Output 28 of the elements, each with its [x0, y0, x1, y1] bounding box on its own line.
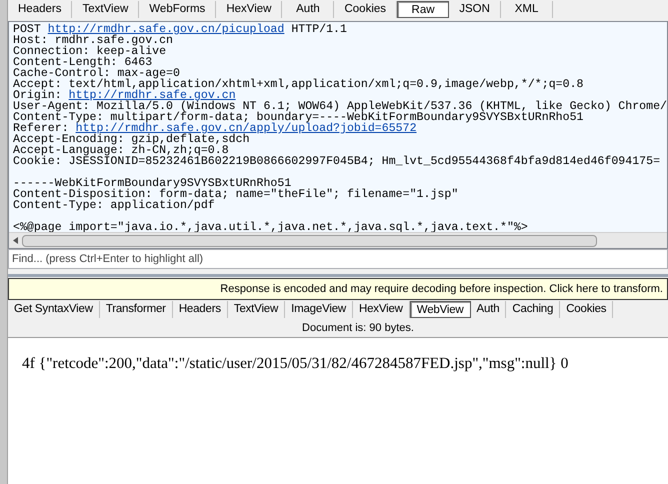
url-link[interactable]: http://rmdhr.safe.gov.cn — [68, 89, 236, 102]
request-line: User-Agent: Mozilla/5.0 (Windows NT 6.1; WOW64) AppleWebKit/537.36 (KHTML, like Gecko) Chrome/ — [13, 101, 667, 112]
request-line: ------WebKitFormBoundary9SVYSBxtURnRho51 — [13, 178, 292, 189]
response-body-text: 4f {"retcode":200,"data":"/static/user/2015/05/31/82/467284587FED.jsp","msg":null} 0 — [22, 354, 568, 374]
request-line: Content-Disposition: form-data; name="theFile"; filename="1.jsp" — [13, 189, 458, 200]
request-line: Host: rmdhr.safe.gov.cn — [13, 35, 174, 46]
url-link[interactable]: http://rmdhr.safe.gov.cn/picupload — [48, 23, 284, 36]
encoding-notice[interactable]: Response is encoded and may require decoding before inspection. Click here to transform. — [8, 278, 668, 300]
request-line: Content-Type: application/pdf — [13, 200, 215, 211]
tab[interactable]: Raw — [397, 1, 450, 18]
request-line: Cookie: JSESSIONID=85232461B602219B0866602997F045B4; Hm_lvt_5cd95544368f4bfa9d814ed46f094175= — [13, 156, 660, 167]
tab[interactable]: WebView — [410, 301, 471, 318]
request-line: Referer: http://rmdhr.safe.gov.cn/apply/upload?jobid=65572 — [13, 123, 417, 134]
request-line: Content-Length: 6463 — [13, 57, 152, 68]
request-line: Accept-Language: zh-CN,zh;q=0.8 — [13, 145, 229, 156]
horizontal-scrollbar[interactable] — [9, 232, 667, 248]
scrollbar-thumb[interactable] — [22, 234, 597, 246]
request-line: Cache-Control: max-age=0 — [13, 68, 180, 79]
find-field[interactable]: Find... (press Ctrl+Enter to highlight all) — [8, 249, 668, 269]
request-line: Content-Type: multipart/form-data; boundary=----WebKitFormBoundary9SVYSBxtURnRho51 — [13, 112, 584, 123]
request-line: Accept-Encoding: gzip,deflate,sdch — [13, 134, 250, 145]
url-link[interactable]: http://rmdhr.safe.gov.cn/apply/upload?jobid=65572 — [76, 122, 417, 135]
document-size-label: Document is: 90 bytes. — [301, 321, 415, 336]
request-line: Connection: keep-alive — [13, 46, 166, 57]
scroll-left-icon[interactable] — [13, 237, 18, 244]
request-line: Origin: http://rmdhr.safe.gov.cn — [13, 90, 236, 101]
request-line: POST http://rmdhr.safe.gov.cn/picupload HTTP/1.1 — [13, 24, 347, 35]
request-line: Accept: text/html,application/xhtml+xml,application/xml;q=0.9,image/webp,*/*;q=0.8 — [13, 79, 584, 90]
